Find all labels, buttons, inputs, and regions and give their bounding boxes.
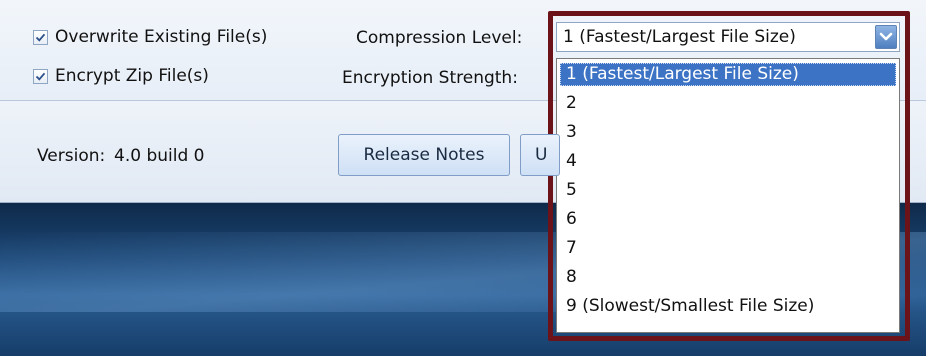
checkmark-icon [35,33,46,42]
encrypt-option[interactable]: Encrypt Zip File(s) [33,66,209,86]
encrypt-checkbox[interactable] [33,68,48,84]
version-label: Version: [37,146,106,166]
version-value: 4.0 build 0 [114,146,205,166]
checkmark-icon [35,72,46,81]
compression-level-label: Compression Level: [356,28,523,48]
overwrite-option[interactable]: Overwrite Existing File(s) [33,27,267,47]
update-button[interactable]: U [520,134,560,176]
highlight-frame [548,11,910,341]
release-notes-button[interactable]: Release Notes [338,134,510,176]
encryption-strength-label: Encryption Strength: [342,68,518,88]
overwrite-checkbox[interactable] [33,29,48,45]
encrypt-label: Encrypt Zip File(s) [55,66,209,86]
overwrite-label: Overwrite Existing File(s) [55,27,268,47]
